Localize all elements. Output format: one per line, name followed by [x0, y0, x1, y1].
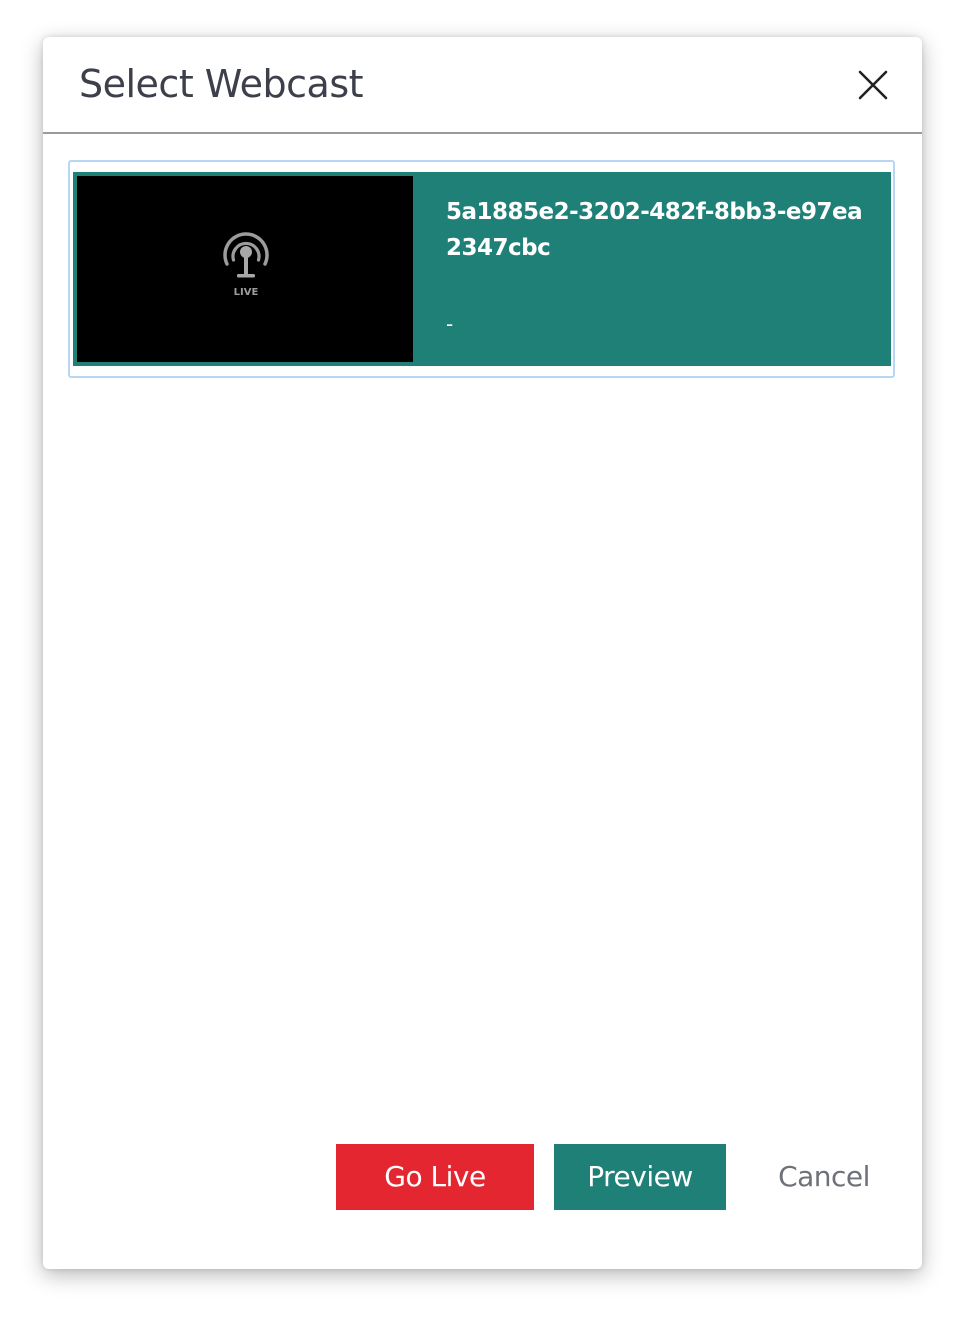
live-broadcast-icon: LIVE	[223, 232, 269, 298]
dialog-title: Select Webcast	[79, 62, 364, 106]
close-button[interactable]	[851, 63, 895, 107]
webcast-subtitle: -	[446, 312, 454, 336]
webcast-thumbnail: LIVE	[77, 176, 413, 362]
webcast-title: 5a1885e2-3202-482f-8bb3-e97ea2347cbc	[446, 199, 863, 261]
dialog-header: Select Webcast	[43, 37, 922, 134]
go-live-button[interactable]: Go Live	[336, 1144, 534, 1210]
close-icon	[858, 70, 888, 100]
cancel-button[interactable]: Cancel	[759, 1144, 889, 1210]
select-webcast-dialog: Select Webcast LIVE 5a1885e2-3202-482f-8…	[43, 37, 922, 1269]
live-label: LIVE	[234, 287, 259, 298]
webcast-list: LIVE 5a1885e2-3202-482f-8bb3-e97ea2347cb…	[68, 160, 895, 378]
webcast-list-item[interactable]: LIVE 5a1885e2-3202-482f-8bb3-e97ea2347cb…	[73, 172, 891, 366]
preview-button[interactable]: Preview	[554, 1144, 726, 1210]
